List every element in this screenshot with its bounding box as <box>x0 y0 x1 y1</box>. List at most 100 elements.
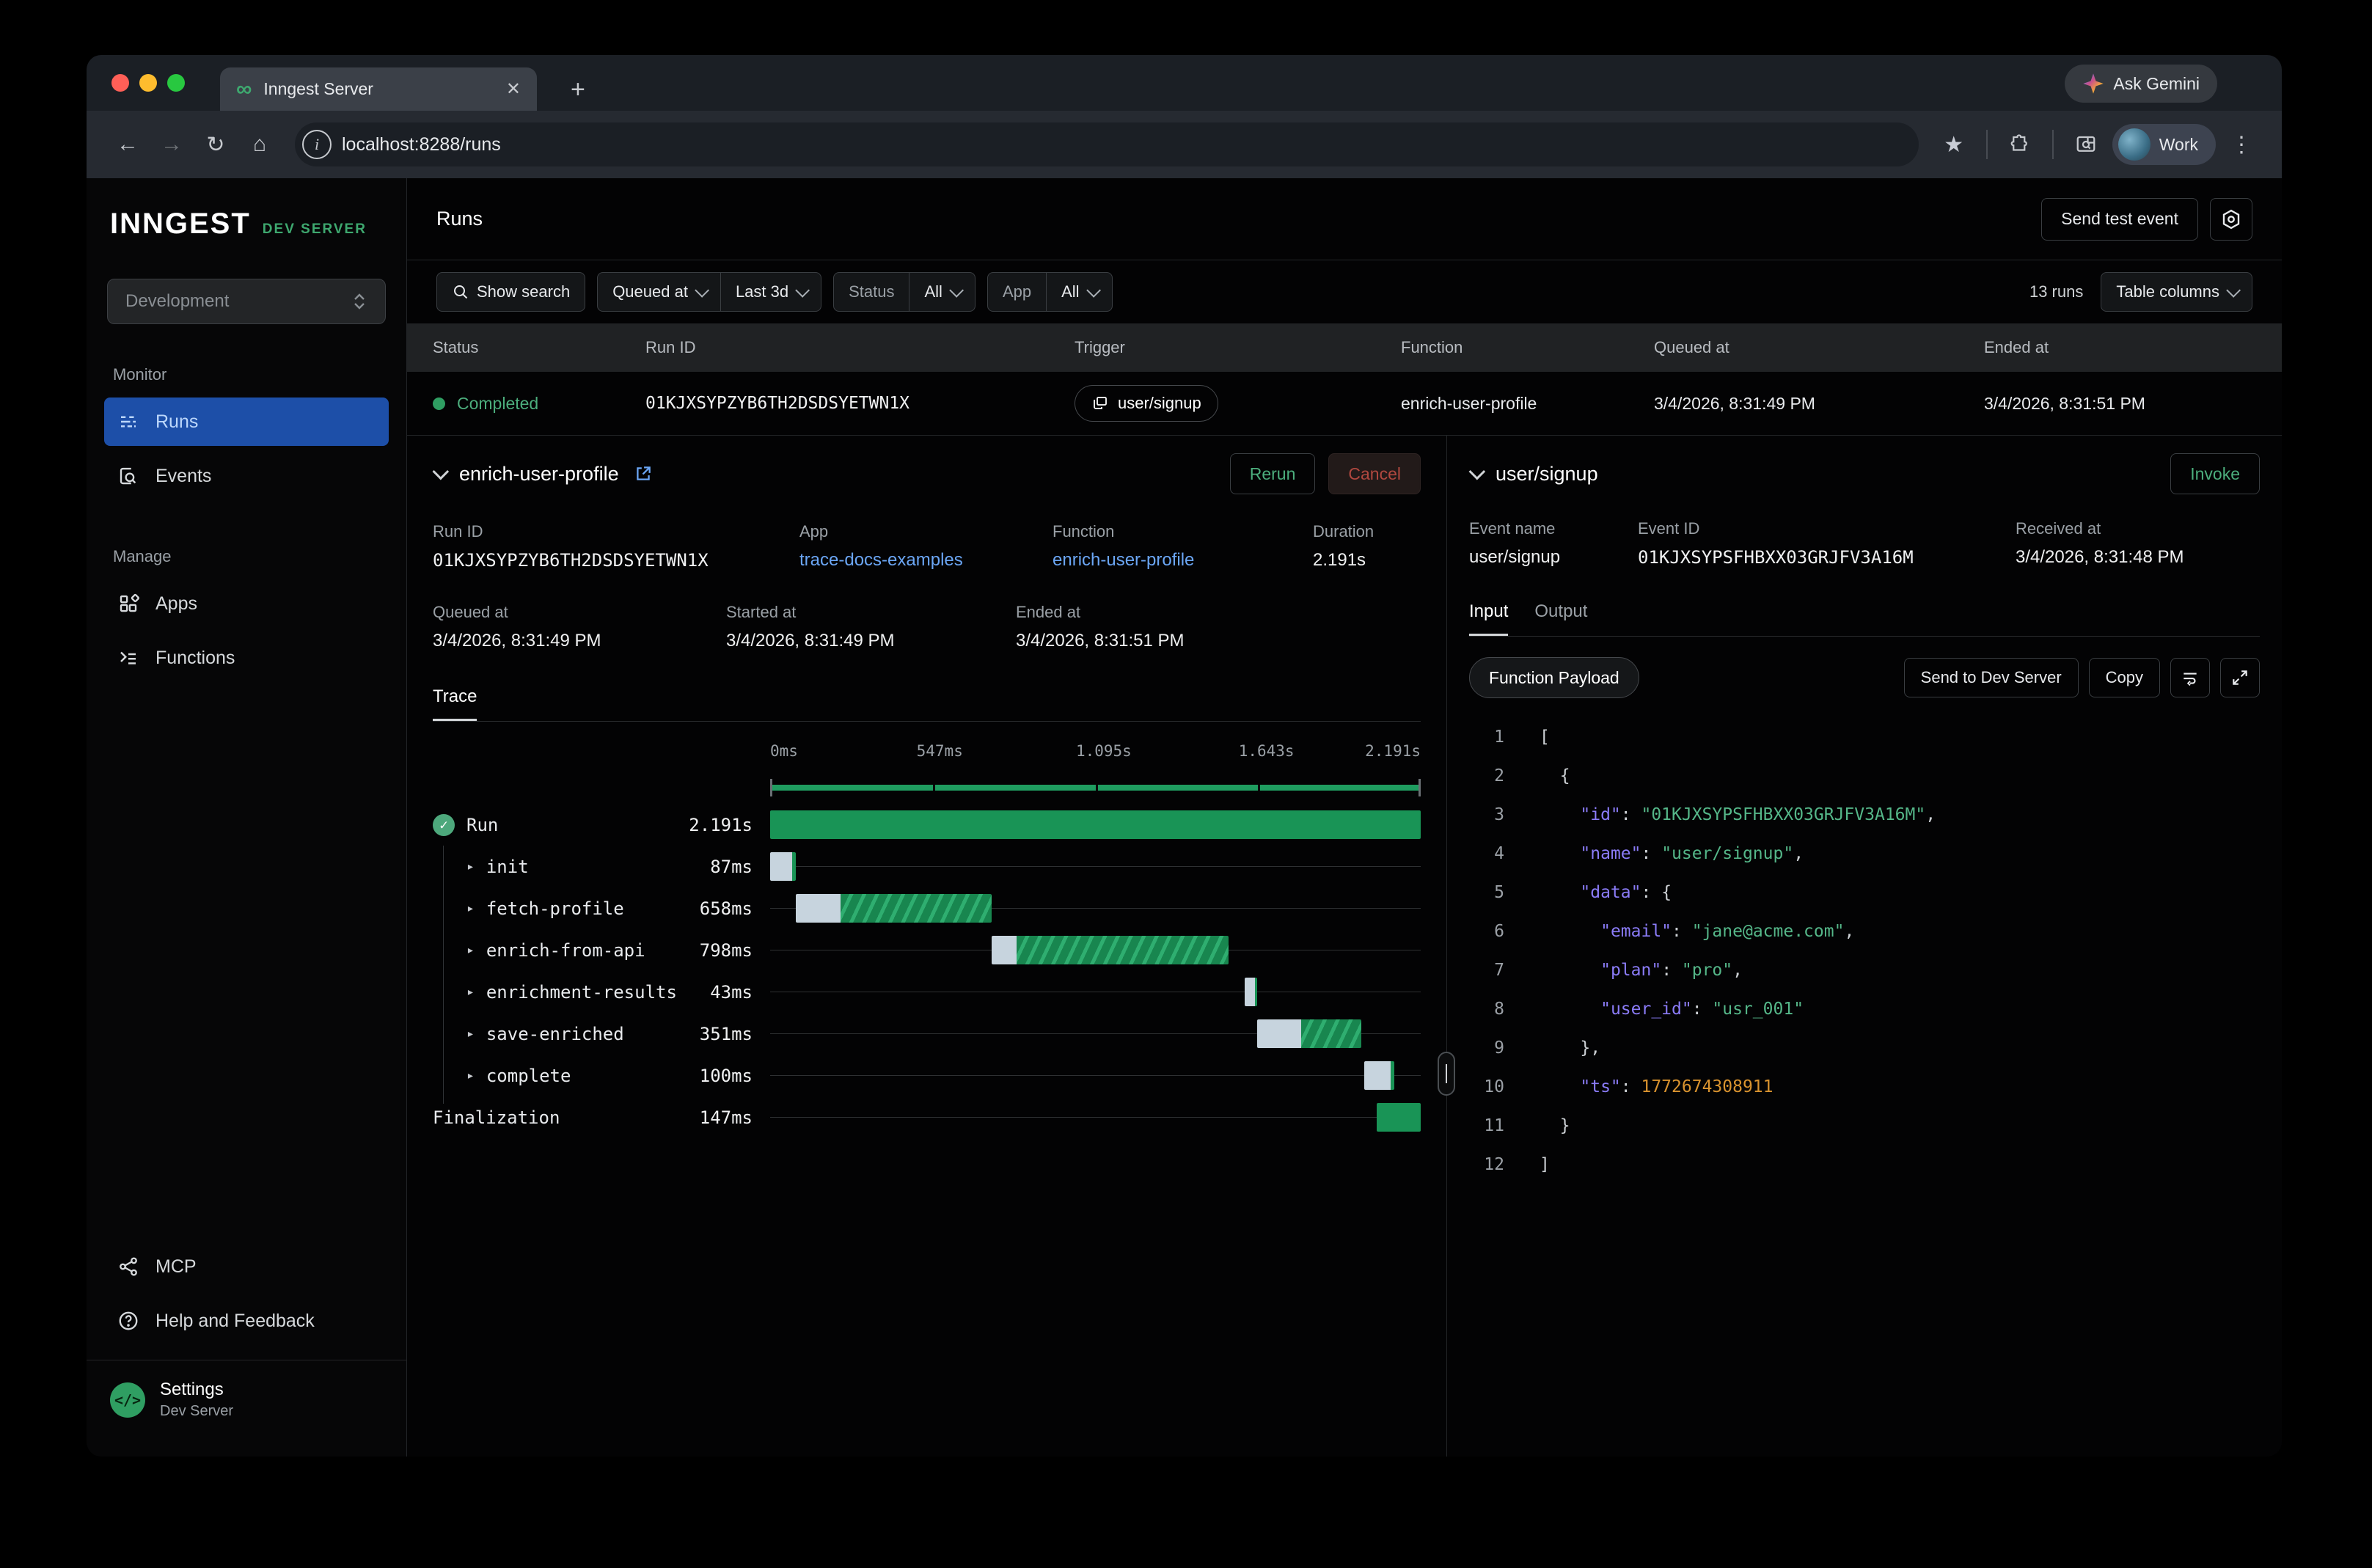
trace-row-run[interactable]: ✓Run2.191s <box>433 804 1421 846</box>
back-button[interactable]: ← <box>109 125 147 164</box>
expand-chevron-icon[interactable]: ▸ <box>466 1026 475 1041</box>
run-detail-title: enrich-user-profile <box>459 463 619 486</box>
trigger-pill[interactable]: user/signup <box>1075 385 1218 422</box>
send-test-event-button[interactable]: Send test event <box>2041 198 2198 241</box>
extensions-icon[interactable] <box>2001 125 2039 164</box>
forward-button[interactable]: → <box>153 125 191 164</box>
panel-resize-handle[interactable] <box>1438 1052 1455 1096</box>
bookmark-star-icon[interactable]: ★ <box>1935 125 1973 164</box>
invoke-button[interactable]: Invoke <box>2170 453 2260 494</box>
step-bar[interactable] <box>1364 1061 1394 1090</box>
close-window-button[interactable] <box>111 74 129 92</box>
app-filter[interactable]: App All <box>987 272 1113 312</box>
collapse-chevron-icon[interactable] <box>1469 464 1486 480</box>
word-wrap-button[interactable] <box>2170 658 2210 697</box>
chevron-down-icon <box>695 283 709 298</box>
collapse-chevron-icon[interactable] <box>433 464 450 480</box>
step-bar[interactable] <box>1257 1019 1361 1048</box>
tab-trace[interactable]: Trace <box>433 686 477 721</box>
sidebar-item-help[interactable]: Help and Feedback <box>104 1297 389 1345</box>
payload-json-editor[interactable]: 1[2 {3 "id": "01KJXSYPSFHBXX03GRJFV3A16M… <box>1469 717 2260 1184</box>
sidebar-item-apps[interactable]: Apps <box>104 579 389 628</box>
expand-button[interactable] <box>2220 658 2260 697</box>
status-filter[interactable]: Status All <box>833 272 975 312</box>
send-to-dev-server-button[interactable]: Send to Dev Server <box>1904 658 2079 697</box>
step-bar[interactable] <box>1377 1103 1421 1132</box>
environment-select[interactable]: Development <box>107 279 386 324</box>
trace-row-enrich-from-api[interactable]: ▸enrich-from-api798ms <box>433 929 1421 971</box>
table-columns-dropdown[interactable]: Table columns <box>2101 272 2252 312</box>
sidebar-item-functions[interactable]: Functions <box>104 634 389 682</box>
profile-chip[interactable]: Work <box>2112 124 2216 165</box>
expand-chevron-icon[interactable]: ▸ <box>466 859 475 874</box>
trace-row-finalization[interactable]: Finalization147ms <box>433 1096 1421 1138</box>
sidebar-item-events[interactable]: Events <box>104 452 389 500</box>
mcp-share-icon <box>117 1256 139 1278</box>
tab-input[interactable]: Input <box>1469 601 1508 636</box>
home-button[interactable]: ⌂ <box>241 125 279 164</box>
sidebar-item-settings[interactable]: </> Settings Dev Server <box>104 1360 389 1442</box>
trace-tabs: Trace <box>433 686 1421 722</box>
minimize-window-button[interactable] <box>139 74 157 92</box>
run-table-row[interactable]: Completed 01KJXSYPZYB6TH2DSDSYETWN1X use… <box>407 372 2282 435</box>
line-number: 6 <box>1469 922 1504 941</box>
expand-chevron-icon[interactable]: ▸ <box>466 984 475 1000</box>
select-chevrons-icon <box>351 292 367 311</box>
expand-chevron-icon[interactable]: ▸ <box>466 901 475 916</box>
line-number: 5 <box>1469 883 1504 902</box>
filter-bar: Show search Queued at Last 3d Status All… <box>407 260 2282 323</box>
queued-at-filter[interactable]: Queued at Last 3d <box>597 272 821 312</box>
address-bar[interactable]: i localhost:8288/runs <box>295 122 1919 166</box>
step-bar[interactable] <box>1245 978 1257 1006</box>
tab-output[interactable]: Output <box>1534 601 1587 636</box>
column-header: Queued at <box>1654 338 1984 357</box>
trace-row-init[interactable]: ▸init87ms <box>433 846 1421 887</box>
sidebar-item-runs[interactable]: Runs <box>104 398 389 446</box>
trace-row-enrichment-results[interactable]: ▸enrichment-results43ms <box>433 971 1421 1013</box>
maximize-window-button[interactable] <box>167 74 185 92</box>
expand-chevron-icon[interactable]: ▸ <box>466 1068 475 1083</box>
monitor-section-label: Monitor <box>113 365 380 384</box>
line-number: 4 <box>1469 844 1504 863</box>
cancel-button[interactable]: Cancel <box>1328 453 1421 494</box>
trace-row-fetch-profile[interactable]: ▸fetch-profile658ms <box>433 887 1421 929</box>
copy-button[interactable]: Copy <box>2089 658 2160 697</box>
queued-at-cell: 3/4/2026, 8:31:49 PM <box>1654 394 1984 414</box>
app-link[interactable]: trace-docs-examples <box>799 550 1053 571</box>
sidebar-item-mcp[interactable]: MCP <box>104 1242 389 1291</box>
rerun-button[interactable]: Rerun <box>1230 453 1316 494</box>
site-info-icon[interactable]: i <box>302 130 332 159</box>
tab-close-icon[interactable]: ✕ <box>506 78 521 100</box>
step-bar[interactable] <box>992 936 1229 964</box>
function-link[interactable]: enrich-user-profile <box>1053 550 1313 571</box>
new-tab-button[interactable]: + <box>571 77 585 102</box>
step-bar[interactable] <box>770 852 796 881</box>
reload-button[interactable]: ↻ <box>197 125 235 164</box>
url-text: localhost:8288/runs <box>342 134 501 155</box>
toolbar-divider <box>2052 130 2054 159</box>
trace-row-complete[interactable]: ▸complete100ms <box>433 1055 1421 1096</box>
step-duration: 147ms <box>653 1107 755 1128</box>
window-controls[interactable] <box>111 74 185 92</box>
expand-chevron-icon[interactable]: ▸ <box>466 942 475 958</box>
ended-at-cell: 3/4/2026, 8:31:51 PM <box>1984 394 2282 414</box>
trace-row-save-enriched[interactable]: ▸save-enriched351ms <box>433 1013 1421 1055</box>
show-search-button[interactable]: Show search <box>436 272 585 312</box>
function-payload-pill[interactable]: Function Payload <box>1469 657 1639 698</box>
step-bar[interactable] <box>796 894 991 923</box>
trace-minimap[interactable] <box>770 777 1421 798</box>
browser-menu-icon[interactable]: ⋮ <box>2223 132 2260 158</box>
external-link-icon[interactable] <box>634 464 653 483</box>
settings-gear-button[interactable] <box>2210 198 2252 241</box>
trigger-cell: user/signup <box>1075 385 1401 422</box>
step-bar[interactable] <box>770 810 1421 839</box>
main-content: Runs Send test event <box>407 178 2282 1457</box>
side-panel-search-icon[interactable] <box>2067 125 2105 164</box>
line-number: 1 <box>1469 728 1504 747</box>
ask-gemini-button[interactable]: Ask Gemini <box>2065 65 2217 103</box>
line-number: 10 <box>1469 1077 1504 1096</box>
column-header: Function <box>1401 338 1654 357</box>
browser-tab[interactable]: ∞ Inngest Server ✕ <box>220 67 537 111</box>
started-at-field: Started at 3/4/2026, 8:31:49 PM <box>726 603 1016 651</box>
step-name: Run <box>466 815 498 835</box>
